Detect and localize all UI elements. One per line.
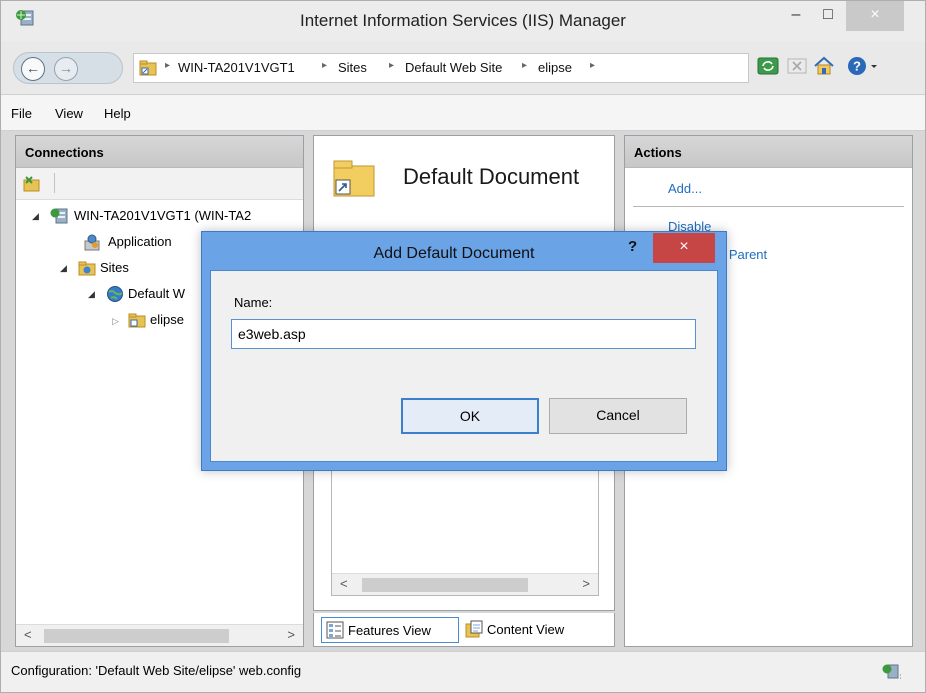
tab-features-view-label: Features View <box>348 623 431 638</box>
tab-features-view[interactable]: Features View <box>321 617 459 643</box>
breadcrumb-default-web-site[interactable]: Default Web Site <box>405 60 502 75</box>
features-view-icon <box>326 621 344 639</box>
tree-collapse-arrow[interactable]: ▷ <box>112 316 119 327</box>
add-default-document-dialog: Add Default Document ? × Name: OK Cancel <box>201 231 727 471</box>
feature-horizontal-scrollbar[interactable]: < > <box>332 573 598 595</box>
dialog-close-button[interactable]: × <box>653 233 715 263</box>
refresh-icon[interactable] <box>757 55 779 77</box>
action-add-link[interactable]: Add... <box>668 181 702 196</box>
server-icon <box>50 208 68 224</box>
breadcrumb-elipse[interactable]: elipse <box>538 60 572 75</box>
create-new-connection-icon[interactable] <box>22 174 42 194</box>
breadcrumb-server[interactable]: WIN-TA201V1VGT1 <box>178 60 295 75</box>
cancel-button[interactable]: Cancel <box>549 398 687 434</box>
menu-bar: File View Help <box>1 95 925 131</box>
connections-header: Connections <box>16 136 303 168</box>
maximize-button[interactable]: □ <box>813 1 843 31</box>
tree-item-elipse[interactable]: elipse <box>150 312 184 327</box>
breadcrumb-separator: ▸ <box>590 60 596 71</box>
help-dropdown-chevron-down-icon[interactable] <box>869 55 879 77</box>
breadcrumb[interactable]: ▸ WIN-TA201V1VGT1 ▸ Sites ▸ Default Web … <box>133 53 749 83</box>
menu-help[interactable]: Help <box>104 106 131 121</box>
breadcrumb-separator: ▸ <box>322 60 328 71</box>
title-bar: Internet Information Services (IIS) Mana… <box>1 1 925 41</box>
status-text: Configuration: 'Default Web Site/elipse'… <box>11 663 302 678</box>
breadcrumb-separator: ▸ <box>165 60 171 71</box>
server-status-icon <box>882 664 901 679</box>
menu-view[interactable]: View <box>55 106 83 121</box>
forward-button[interactable]: → <box>54 57 78 81</box>
tab-content-view-label: Content View <box>487 622 565 637</box>
svg-text:?: ? <box>853 59 861 74</box>
name-label: Name: <box>234 295 273 310</box>
scroll-right-arrow[interactable]: > <box>582 576 590 591</box>
scroll-left-arrow[interactable]: < <box>340 576 348 591</box>
iis-manager-window: Internet Information Services (IIS) Mana… <box>0 0 926 693</box>
back-button[interactable]: ← <box>21 57 45 81</box>
feature-title: Default Document <box>403 164 580 189</box>
dialog-title: Add Default Document <box>373 245 535 262</box>
actions-header: Actions <box>625 136 912 168</box>
navigation-buttons: ← → <box>13 52 123 84</box>
tree-item-sites[interactable]: Sites <box>100 260 129 275</box>
tree-item-server[interactable]: WIN-TA201V1VGT1 (WIN-TA2 <box>74 208 251 223</box>
menu-file[interactable]: File <box>11 106 32 121</box>
scrollbar-thumb[interactable] <box>362 578 528 592</box>
breadcrumb-separator: ▸ <box>522 60 528 71</box>
tree-expand-arrow[interactable]: ◢ <box>60 263 67 274</box>
scroll-right-arrow[interactable]: > <box>287 627 295 642</box>
breadcrumb-sites[interactable]: Sites <box>338 60 367 75</box>
tree-expand-arrow[interactable]: ◢ <box>88 289 95 300</box>
name-input[interactable] <box>231 319 696 349</box>
tree-item-default-web-site[interactable]: Default W <box>128 286 185 301</box>
close-button[interactable]: × <box>846 1 904 31</box>
globe-icon <box>107 286 123 302</box>
connections-horizontal-scrollbar[interactable]: < > <box>16 624 303 646</box>
content-view-icon <box>465 620 483 638</box>
breadcrumb-separator: ▸ <box>389 60 395 71</box>
address-bar: ← → ▸ WIN-TA201V1VGT1 ▸ Sites ▸ Default … <box>1 41 925 95</box>
application-folder-icon <box>128 313 146 328</box>
application-pools-icon <box>84 234 100 251</box>
action-divider <box>633 206 904 207</box>
toolbar-divider <box>54 173 55 193</box>
tab-content-view[interactable]: Content View <box>461 617 601 643</box>
dialog-help-button[interactable]: ? <box>628 238 637 255</box>
tree-expand-arrow[interactable]: ◢ <box>32 211 39 222</box>
minimize-button[interactable]: – <box>781 1 811 31</box>
help-icon[interactable]: ? <box>846 55 868 77</box>
scroll-left-arrow[interactable]: < <box>24 627 32 642</box>
ok-button[interactable]: OK <box>401 398 539 434</box>
scrollbar-thumb[interactable] <box>44 629 229 643</box>
folder-icon <box>139 60 157 76</box>
default-document-folder-icon <box>333 160 375 197</box>
sites-folder-icon <box>78 261 96 276</box>
status-bar: Configuration: 'Default Web Site/elipse'… <box>1 651 925 692</box>
connections-toolbar <box>16 168 303 200</box>
stop-icon[interactable] <box>786 55 808 77</box>
home-icon[interactable] <box>813 55 835 77</box>
dialog-body: Name: OK Cancel <box>210 270 718 462</box>
tree-item-application-pools[interactable]: Application <box>108 234 172 249</box>
view-tabs: Features View Content View <box>313 613 615 647</box>
